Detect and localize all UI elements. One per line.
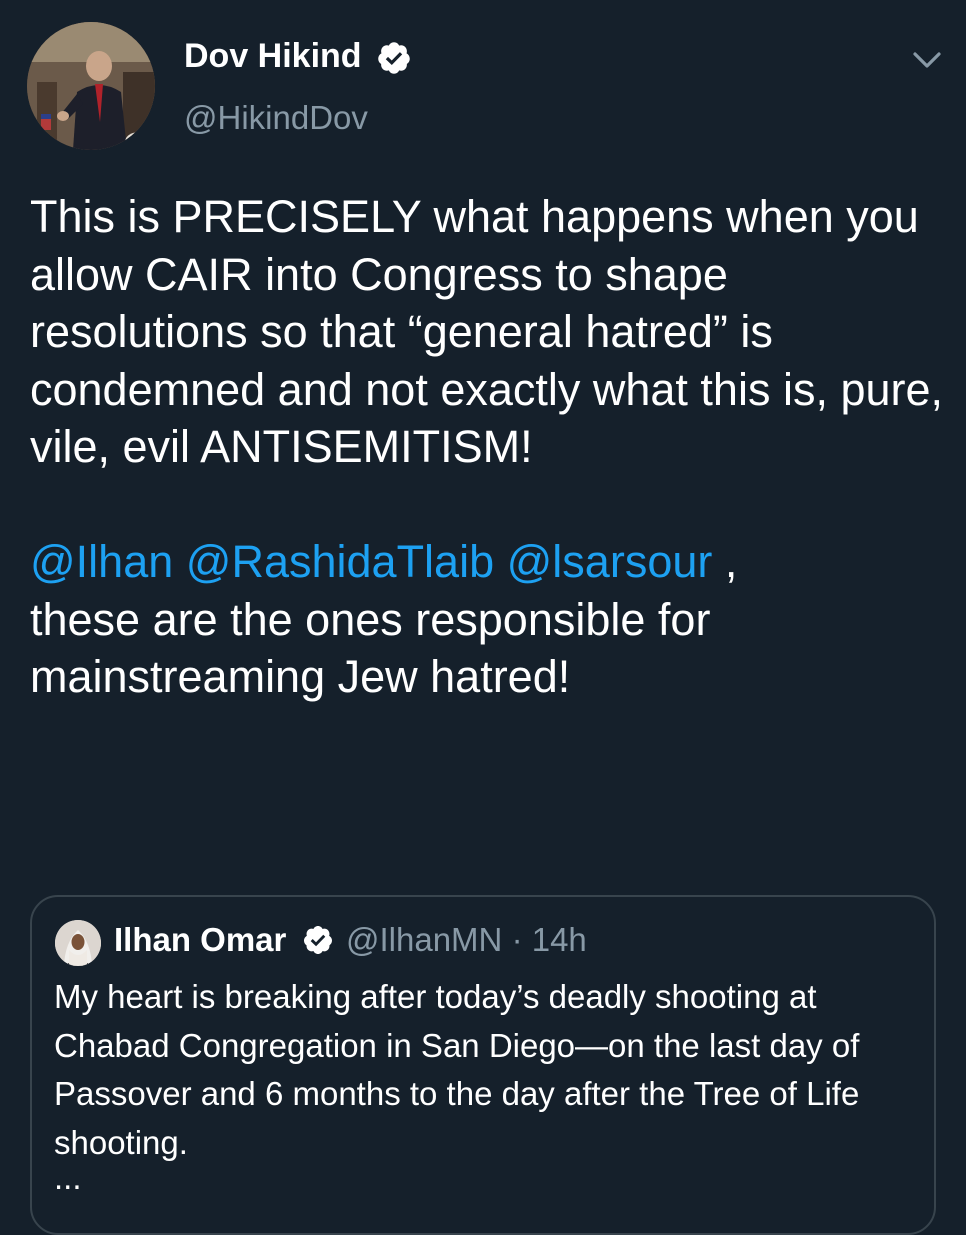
quoted-profile-photo-icon — [55, 920, 101, 966]
quoted-author-avatar[interactable] — [55, 920, 101, 966]
tweet-paragraph-rest: these are the ones responsible for mains… — [30, 593, 711, 703]
author-name[interactable]: Dov Hikind — [184, 37, 362, 75]
quoted-tweet[interactable]: Ilhan Omar @IlhanMN · 14h My heart is br… — [30, 895, 936, 1235]
quoted-truncation: ... — [54, 1159, 82, 1196]
author-handle[interactable]: @HikindDov — [184, 99, 368, 136]
quoted-author-handle-time[interactable]: @IlhanMN · 14h — [346, 921, 587, 958]
author-avatar[interactable] — [27, 22, 155, 150]
mention-punctuation: , — [712, 536, 738, 587]
quoted-tweet-text: My heart is breaking after today’s deadl… — [54, 978, 860, 1161]
quoted-author-name[interactable]: Ilhan Omar — [114, 921, 286, 958]
tweet-paragraph-mentions: @Ilhan @RashidaTlaib @lsarsour , these ar… — [30, 533, 950, 706]
verified-badge-icon — [303, 926, 332, 954]
chevron-down-icon[interactable] — [910, 45, 944, 75]
mention-link[interactable]: @lsarsour — [507, 536, 713, 587]
tweet-paragraph: This is PRECISELY what happens when you … — [30, 191, 944, 472]
tweet[interactable]: Dov Hikind @HikindDov This is PRECISELY … — [0, 0, 966, 1235]
mention-link[interactable]: @Ilhan — [30, 536, 173, 587]
quoted-timestamp: · 14h — [511, 921, 587, 958]
profile-photo-icon — [27, 22, 155, 150]
verified-badge-icon — [378, 42, 410, 74]
quoted-author-handle[interactable]: @IlhanMN — [346, 921, 502, 958]
mention-link[interactable]: @RashidaTlaib — [186, 536, 494, 587]
tweet-text: This is PRECISELY what happens when you … — [30, 188, 950, 706]
